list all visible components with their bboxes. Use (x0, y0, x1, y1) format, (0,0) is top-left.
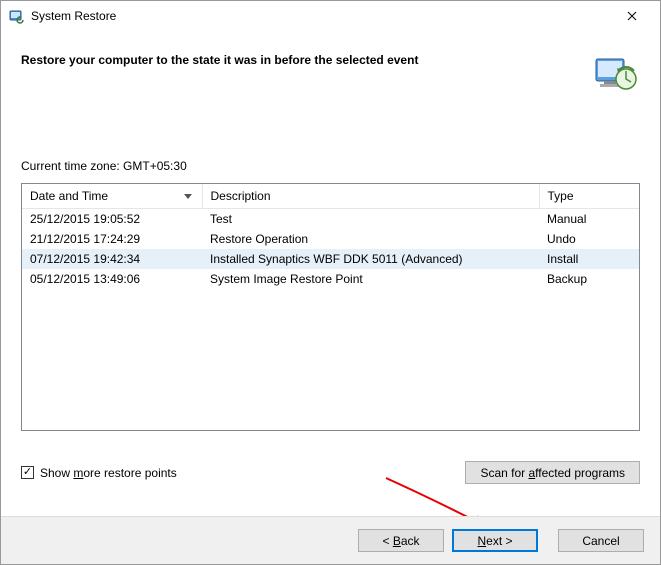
checkbox-icon: ✓ (21, 466, 34, 479)
column-header-description[interactable]: Description (202, 184, 539, 208)
table-cell: Backup (539, 269, 639, 289)
table-cell: Restore Operation (202, 229, 539, 249)
wizard-footer: < Back Next > Cancel (1, 516, 660, 564)
table-row-empty (22, 349, 639, 369)
show-more-label: Show more restore points (40, 466, 177, 480)
table-row-empty (22, 409, 639, 429)
table-row[interactable]: 25/12/2015 19:05:52TestManual (22, 208, 639, 229)
restore-hero-icon (592, 49, 640, 97)
column-header-date[interactable]: Date and Time (22, 184, 202, 208)
table-cell: Test (202, 208, 539, 229)
window-title: System Restore (31, 9, 612, 23)
cancel-button[interactable]: Cancel (558, 529, 644, 552)
system-restore-icon (9, 8, 25, 24)
wizard-heading: Restore your computer to the state it wa… (21, 49, 592, 67)
wizard-header: Restore your computer to the state it wa… (1, 31, 660, 97)
table-row-empty (22, 389, 639, 409)
close-button[interactable] (612, 4, 652, 28)
table-cell: 07/12/2015 19:42:34 (22, 249, 202, 269)
timezone-label: Current time zone: GMT+05:30 (21, 159, 640, 173)
table-cell: System Image Restore Point (202, 269, 539, 289)
table-cell: 21/12/2015 17:24:29 (22, 229, 202, 249)
next-button[interactable]: Next > (452, 529, 538, 552)
restore-points-table[interactable]: Date and Time Description Type 25/12/201… (21, 183, 640, 431)
table-row[interactable]: 05/12/2015 13:49:06System Image Restore … (22, 269, 639, 289)
table-row-empty (22, 289, 639, 309)
table-cell: Manual (539, 208, 639, 229)
table-row-empty (22, 309, 639, 329)
table-cell: Installed Synaptics WBF DDK 5011 (Advanc… (202, 249, 539, 269)
scan-affected-button[interactable]: Scan for affected programs (465, 461, 640, 484)
column-header-type[interactable]: Type (539, 184, 639, 208)
back-button[interactable]: < Back (358, 529, 444, 552)
table-cell: Undo (539, 229, 639, 249)
table-cell: 05/12/2015 13:49:06 (22, 269, 202, 289)
show-more-checkbox[interactable]: ✓ Show more restore points (21, 466, 177, 480)
titlebar: System Restore (1, 1, 660, 31)
table-row[interactable]: 21/12/2015 17:24:29Restore OperationUndo (22, 229, 639, 249)
table-row-empty (22, 329, 639, 349)
table-cell: Install (539, 249, 639, 269)
table-row[interactable]: 07/12/2015 19:42:34Installed Synaptics W… (22, 249, 639, 269)
sort-descending-icon (184, 189, 192, 203)
table-cell: 25/12/2015 19:05:52 (22, 208, 202, 229)
table-row-empty (22, 369, 639, 389)
